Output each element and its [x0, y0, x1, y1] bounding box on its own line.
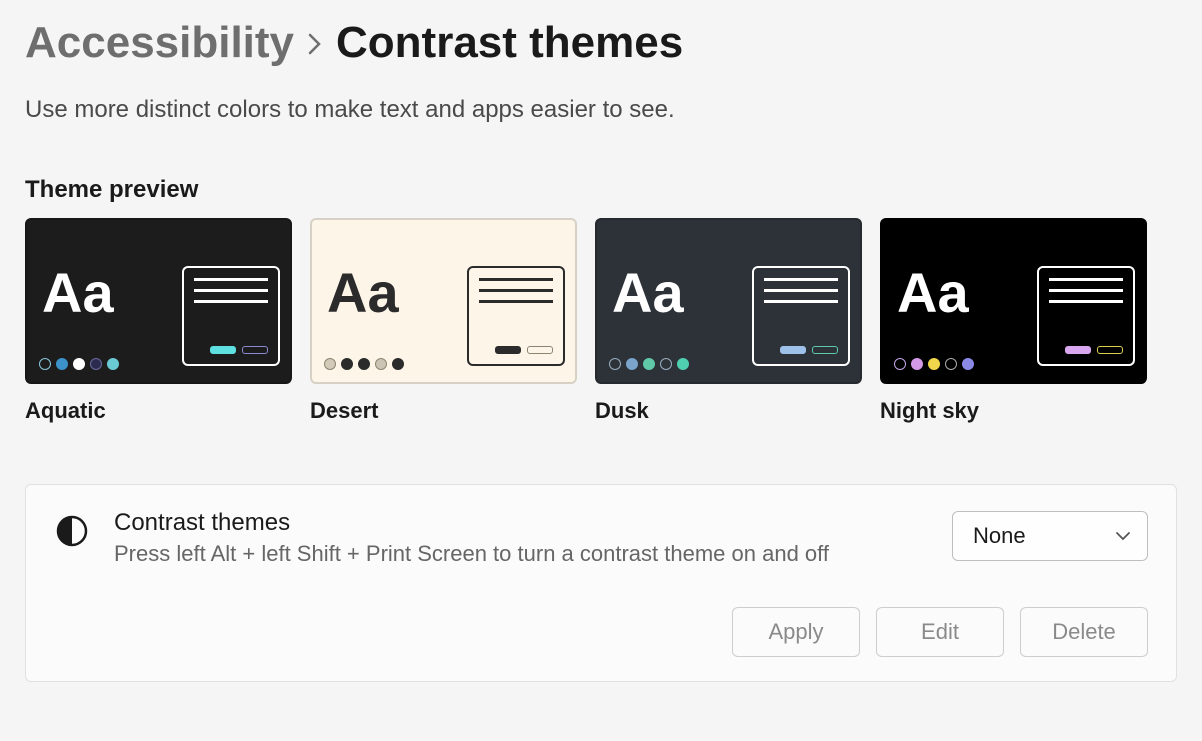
- color-dot: [962, 358, 974, 370]
- theme-preview: Aa: [880, 218, 1147, 384]
- color-dot: [660, 358, 672, 370]
- color-dot: [894, 358, 906, 370]
- apply-button[interactable]: Apply: [732, 607, 860, 657]
- color-dot: [73, 358, 85, 370]
- page-description: Use more distinct colors to make text an…: [25, 96, 1177, 124]
- color-dot: [107, 358, 119, 370]
- preview-window: [182, 266, 280, 366]
- preview-color-dots: [894, 358, 974, 370]
- theme-card-desert[interactable]: Aa Desert: [310, 218, 577, 424]
- preview-color-dots: [324, 358, 404, 370]
- preview-text-sample: Aa: [42, 265, 114, 321]
- theme-dropdown[interactable]: None: [952, 511, 1148, 561]
- contrast-icon: [54, 513, 90, 549]
- theme-card-aquatic[interactable]: Aa Aquatic: [25, 218, 292, 424]
- theme-name-label: Aquatic: [25, 398, 292, 424]
- contrast-theme-card: Contrast themes Press left Alt + left Sh…: [25, 484, 1177, 682]
- theme-preview: Aa: [25, 218, 292, 384]
- color-dot: [39, 358, 51, 370]
- color-dot: [358, 358, 370, 370]
- color-dot: [56, 358, 68, 370]
- color-dot: [609, 358, 621, 370]
- theme-card-dusk[interactable]: Aa Dusk: [595, 218, 862, 424]
- color-dot: [643, 358, 655, 370]
- theme-grid: Aa Aquatic Aa Desert Aa Dusk Aa Night sky: [25, 218, 1177, 424]
- preview-window: [752, 266, 850, 366]
- color-dot: [945, 358, 957, 370]
- edit-button[interactable]: Edit: [876, 607, 1004, 657]
- card-title: Contrast themes: [114, 509, 928, 537]
- theme-name-label: Dusk: [595, 398, 862, 424]
- theme-name-label: Desert: [310, 398, 577, 424]
- section-heading: Theme preview: [25, 176, 1177, 204]
- theme-preview: Aa: [310, 218, 577, 384]
- page-title: Contrast themes: [336, 18, 683, 68]
- card-subtitle: Press left Alt + left Shift + Print Scre…: [114, 541, 928, 567]
- color-dot: [392, 358, 404, 370]
- color-dot: [324, 358, 336, 370]
- preview-window: [1037, 266, 1135, 366]
- breadcrumb: Accessibility Contrast themes: [25, 18, 1177, 68]
- color-dot: [928, 358, 940, 370]
- chevron-right-icon: [308, 33, 322, 61]
- color-dot: [626, 358, 638, 370]
- color-dot: [911, 358, 923, 370]
- preview-color-dots: [39, 358, 119, 370]
- preview-text-sample: Aa: [327, 265, 399, 321]
- theme-name-label: Night sky: [880, 398, 1147, 424]
- color-dot: [341, 358, 353, 370]
- preview-window: [467, 266, 565, 366]
- preview-text-sample: Aa: [612, 265, 684, 321]
- preview-color-dots: [609, 358, 689, 370]
- theme-card-night-sky[interactable]: Aa Night sky: [880, 218, 1147, 424]
- chevron-down-icon: [1115, 529, 1131, 544]
- color-dot: [375, 358, 387, 370]
- theme-preview: Aa: [595, 218, 862, 384]
- preview-text-sample: Aa: [897, 265, 969, 321]
- color-dot: [90, 358, 102, 370]
- breadcrumb-parent[interactable]: Accessibility: [25, 18, 294, 68]
- delete-button[interactable]: Delete: [1020, 607, 1148, 657]
- color-dot: [677, 358, 689, 370]
- dropdown-value: None: [973, 523, 1026, 549]
